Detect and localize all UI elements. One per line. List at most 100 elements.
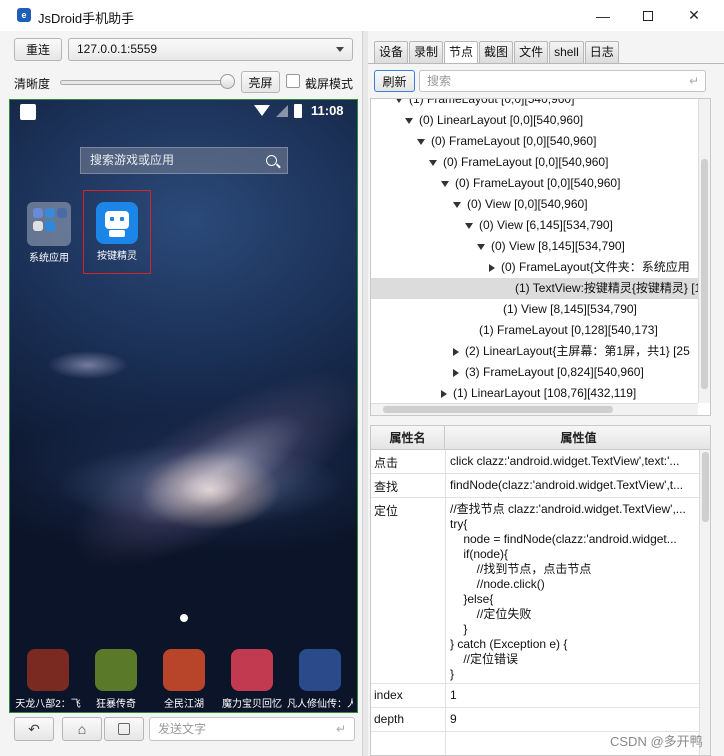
tree-node[interactable]: (1) View [8,145][534,790] <box>371 299 710 320</box>
expand-right-icon[interactable] <box>441 389 447 398</box>
node-tree[interactable]: (1) FrameLayout [0,0][540,960] (0) Linear… <box>370 98 711 416</box>
tree-node[interactable]: (0) FrameLayout [0,0][540,960] <box>371 152 710 173</box>
recent-apps-button[interactable] <box>104 717 144 741</box>
tab-files[interactable]: 文件 <box>514 41 549 63</box>
status-clock: 11:08 <box>311 103 344 118</box>
property-row[interactable]: depth 9 <box>371 708 699 732</box>
tree-node[interactable]: (1) TextView:按键精灵{按键精灵} [1 <box>371 278 710 299</box>
recent-apps-icon <box>118 723 130 735</box>
brighten-screen-button[interactable]: 亮屏 <box>241 71 280 93</box>
app-anjian-jingling[interactable]: 按键精灵 <box>83 190 151 274</box>
tree-node-label: (1) TextView:按键精灵{按键精灵} [1 <box>515 281 702 295</box>
status-bar: 11:08 <box>254 103 344 118</box>
property-name: 定位 <box>374 504 399 518</box>
property-row[interactable]: 查找 findNode(clazz:'android.widget.TextVie… <box>371 474 699 498</box>
tree-node[interactable]: (0) View [6,145][534,790] <box>371 215 710 236</box>
property-row[interactable]: 定位 //查找节点 clazz:'android.widget.TextView'… <box>371 498 699 684</box>
tab-screenshot[interactable]: 截图 <box>479 41 514 63</box>
tree-node[interactable]: (1) FrameLayout [0,128][540,173] <box>371 320 710 341</box>
title-bar: e JsDroid手机助手 — ✕ <box>0 0 724 31</box>
tree-node[interactable]: (0) View [0,0][540,960] <box>371 194 710 215</box>
battery-icon <box>294 103 302 118</box>
tab-shell[interactable]: shell <box>549 41 584 63</box>
maximize-button[interactable] <box>625 0 671 31</box>
tree-node-label: (0) FrameLayout [0,0][540,960] <box>431 134 597 148</box>
screenshot-mode-checkbox[interactable] <box>286 74 300 88</box>
tree-node-label: (0) LinearLayout [0,0][540,960] <box>419 113 584 127</box>
back-button[interactable]: ↶ <box>14 717 54 741</box>
dock-app-label: 全民江湖 <box>164 699 204 710</box>
phone-screen[interactable]: 11:08 搜索游戏或应用 系统应用 按键精灵 天龙八部2：飞 狂暴传奇 全民江… <box>9 99 358 713</box>
tree-node-label: (1) View [8,145][534,790] <box>503 302 637 316</box>
reconnect-button[interactable]: 重连 <box>14 38 62 61</box>
app-label: 系统应用 <box>29 253 69 264</box>
tab-nodes[interactable]: 节点 <box>444 41 479 63</box>
property-row[interactable]: index 1 <box>371 684 699 708</box>
dock-app[interactable]: 魔力宝贝回忆 <box>219 649 285 710</box>
column-header-name[interactable]: 属性名 <box>371 426 445 450</box>
home-button[interactable]: ⌂ <box>62 717 102 741</box>
property-value: //查找节点 clazz:'android.widget.TextView',.… <box>450 502 686 681</box>
expand-down-icon[interactable] <box>405 117 413 124</box>
dock-app[interactable]: 凡人修仙传：人 <box>287 649 353 710</box>
expand-right-icon[interactable] <box>453 347 459 356</box>
expand-down-icon[interactable] <box>417 138 425 145</box>
expand-right-icon[interactable] <box>489 263 495 272</box>
tab-device[interactable]: 设备 <box>374 41 409 63</box>
page-indicator <box>180 614 188 622</box>
send-text-input[interactable]: 发送文字 ↵ <box>149 717 355 741</box>
dock-app-label: 狂暴传奇 <box>96 699 136 710</box>
property-table-header: 属性名 属性值 <box>371 426 710 450</box>
tab-log[interactable]: 日志 <box>584 41 619 63</box>
phone-search-bar[interactable]: 搜索游戏或应用 <box>80 147 288 174</box>
expand-down-icon[interactable] <box>453 201 461 208</box>
tree-node[interactable]: (2) LinearLayout{主屏幕：第1屏，共1} [25 <box>371 341 710 362</box>
close-button[interactable]: ✕ <box>671 0 717 31</box>
property-name: depth <box>374 712 405 726</box>
dock-app[interactable]: 全民江湖 <box>151 649 217 710</box>
dock-app-label: 凡人修仙传：人 <box>287 699 353 710</box>
dock-app[interactable]: 狂暴传奇 <box>83 649 149 710</box>
column-header-value[interactable]: 属性值 <box>446 426 710 450</box>
clarity-label: 清晰度 <box>14 77 51 91</box>
phone-search-placeholder: 搜索游戏或应用 <box>90 153 175 167</box>
clarity-slider-thumb[interactable] <box>220 74 235 89</box>
property-row[interactable]: 点击 click clazz:'android.widget.TextView',… <box>371 450 699 474</box>
window-title: JsDroid手机助手 <box>38 11 135 26</box>
home-icon: ⌂ <box>77 721 87 737</box>
robot-icon <box>96 202 138 244</box>
device-select[interactable]: 127.0.0.1:5559 <box>68 38 353 61</box>
expand-down-icon[interactable] <box>429 159 437 166</box>
node-search-input[interactable]: 搜索 ↵ <box>419 70 706 92</box>
tree-node-label: (0) View [0,0][540,960] <box>467 197 588 211</box>
tree-node[interactable]: (0) FrameLayout [0,0][540,960] <box>371 131 710 152</box>
tree-node[interactable]: (1) LinearLayout [108,76][432,119] <box>371 383 710 404</box>
expand-right-icon[interactable] <box>453 368 459 377</box>
property-name: 查找 <box>374 480 399 494</box>
dock-app[interactable]: 天龙八部2：飞 <box>15 649 81 710</box>
property-value: findNode(clazz:'android.widget.TextView'… <box>450 478 684 492</box>
tree-node-label: (0) View [6,145][534,790] <box>479 218 613 232</box>
tree-node[interactable]: (0) View [8,145][534,790] <box>371 236 710 257</box>
tree-node[interactable]: (0) FrameLayout{文件夹：系统应用 <box>371 257 710 278</box>
property-value: 9 <box>450 712 457 726</box>
tree-node[interactable]: (1) FrameLayout [0,0][540,960] <box>371 98 710 110</box>
property-scrollbar[interactable] <box>699 450 710 755</box>
tree-node[interactable]: (0) LinearLayout [0,0][540,960] <box>371 110 710 131</box>
expand-down-icon[interactable] <box>465 222 473 229</box>
minimize-button[interactable]: — <box>580 0 626 31</box>
tree-vertical-scrollbar[interactable] <box>698 99 710 403</box>
clarity-slider[interactable] <box>60 80 232 85</box>
tree-node[interactable]: (0) FrameLayout [0,0][540,960] <box>371 173 710 194</box>
refresh-button[interactable]: 刷新 <box>374 70 415 92</box>
expand-down-icon[interactable] <box>441 180 449 187</box>
tree-node-label: (1) FrameLayout [0,0][540,960] <box>409 98 575 106</box>
expand-down-icon[interactable] <box>395 99 403 103</box>
app-logo-icon: e <box>17 8 31 22</box>
tab-record[interactable]: 录制 <box>409 41 444 63</box>
expand-down-icon[interactable] <box>477 243 485 250</box>
tree-node[interactable]: (3) FrameLayout [0,824][540,960] <box>371 362 710 383</box>
tree-horizontal-scrollbar[interactable] <box>371 403 698 415</box>
property-value: click clazz:'android.widget.TextView',te… <box>450 454 680 468</box>
app-folder-system[interactable]: 系统应用 <box>23 202 75 264</box>
